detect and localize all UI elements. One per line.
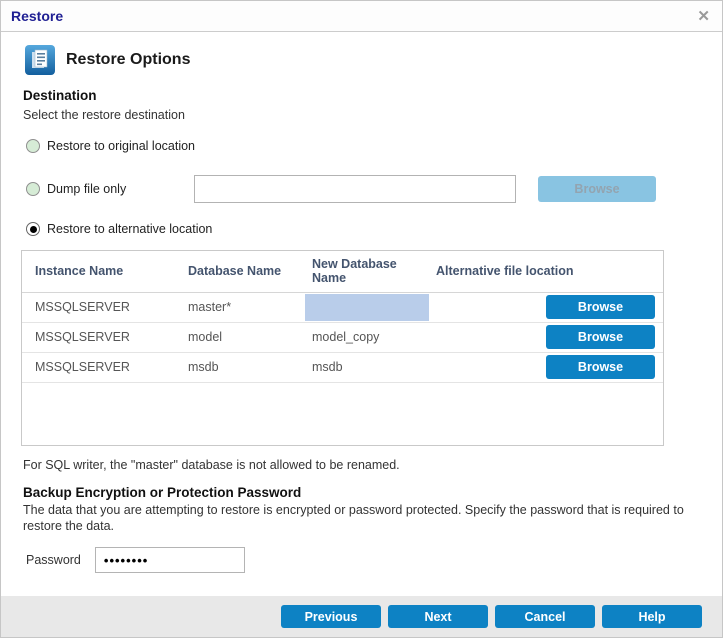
footer-bar: Previous Next Cancel Help	[1, 596, 722, 637]
radio-dump-group: Dump file only	[26, 182, 194, 196]
col-alternative-file-location: Alternative file location	[423, 251, 663, 293]
document-icon	[25, 45, 55, 75]
page-title: Restore Options	[66, 51, 191, 68]
radio-original-label: Restore to original location	[47, 139, 195, 153]
browse-row-button[interactable]: Browse	[546, 295, 655, 320]
location-cell: Browse	[423, 352, 663, 383]
radio-original-location[interactable]	[26, 139, 40, 153]
new-database-cell[interactable]: model_copy	[299, 322, 423, 353]
table-row: MSSQLSERVER master* Browse	[22, 292, 663, 323]
dialog-titlebar: Restore ✕	[1, 1, 722, 32]
radio-row-dump: Dump file only Browse	[26, 175, 722, 203]
new-database-cell	[299, 292, 429, 323]
location-cell: Browse	[423, 292, 663, 323]
instance-cell: MSSQLSERVER	[22, 322, 175, 353]
browse-row-button[interactable]: Browse	[546, 325, 655, 350]
new-database-cell[interactable]: msdb	[299, 352, 423, 383]
table-row: MSSQLSERVER model model_copy Browse	[22, 322, 663, 353]
close-icon[interactable]: ✕	[697, 9, 710, 24]
radio-row-alternative: Restore to alternative location	[26, 222, 722, 236]
instance-cell: MSSQLSERVER	[22, 292, 175, 323]
table-row: MSSQLSERVER msdb msdb Browse	[22, 352, 663, 383]
dump-file-path-input[interactable]	[194, 175, 516, 203]
browse-row-button[interactable]: Browse	[546, 355, 655, 380]
options-header: Restore Options	[25, 45, 722, 75]
restore-table: Instance Name Database Name New Database…	[22, 251, 663, 383]
help-button[interactable]: Help	[602, 605, 702, 628]
radio-alternative-location[interactable]	[26, 222, 40, 236]
radio-dump-label: Dump file only	[47, 182, 127, 196]
radio-dump-file[interactable]	[26, 182, 40, 196]
col-instance-name: Instance Name	[22, 251, 175, 293]
location-cell: Browse	[423, 322, 663, 353]
instance-cell: MSSQLSERVER	[22, 352, 175, 383]
dialog-title: Restore	[11, 8, 64, 24]
table-header-row: Instance Name Database Name New Database…	[22, 251, 663, 293]
next-button[interactable]: Next	[388, 605, 488, 628]
sql-writer-note: For SQL writer, the "master" database is…	[23, 458, 400, 472]
destination-subheading: Select the restore destination	[23, 108, 185, 122]
col-new-database-name: New Database Name	[299, 251, 423, 293]
restore-table-container: Instance Name Database Name New Database…	[21, 250, 664, 446]
col-database-name: Database Name	[175, 251, 299, 293]
radio-alternative-label: Restore to alternative location	[47, 222, 213, 236]
database-cell: model	[175, 322, 299, 353]
password-row: Password	[26, 547, 722, 573]
database-cell: master*	[175, 292, 299, 323]
destination-heading: Destination	[23, 88, 97, 103]
cancel-button[interactable]: Cancel	[495, 605, 595, 628]
password-input[interactable]	[94, 547, 245, 573]
password-section-description: The data that you are attempting to rest…	[23, 503, 684, 533]
database-cell: msdb	[175, 352, 299, 383]
radio-row-original: Restore to original location	[26, 139, 722, 153]
password-label: Password	[26, 553, 81, 567]
password-section-heading: Backup Encryption or Protection Password	[23, 485, 302, 500]
new-database-name-input[interactable]	[305, 293, 429, 321]
browse-dump-button[interactable]: Browse	[538, 176, 656, 202]
restore-dialog: { "dialog": { "title": "Restore", "close…	[0, 0, 723, 638]
previous-button[interactable]: Previous	[281, 605, 381, 628]
